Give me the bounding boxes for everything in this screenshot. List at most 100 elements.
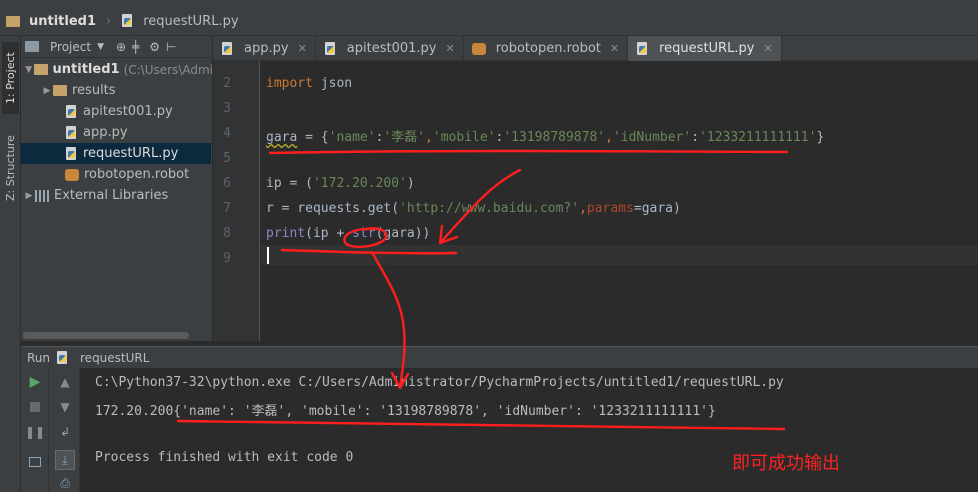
- code-editor[interactable]: import json gara = {'name': '李磊','mobile'…: [261, 61, 978, 341]
- scroll-to-end-icon[interactable]: ⤓: [55, 450, 75, 470]
- close-icon[interactable]: ✕: [763, 42, 772, 55]
- tab-label: requestURL.py: [659, 41, 755, 56]
- stop-icon[interactable]: [27, 399, 43, 415]
- breadcrumb-project[interactable]: untitled1: [29, 14, 96, 29]
- folder-icon: [53, 85, 67, 96]
- code-text: =gara): [633, 201, 681, 216]
- project-panel-header: Project ▼ ⊕ ╪ ⚙ ⊢: [21, 36, 212, 58]
- code-text: = {: [297, 130, 329, 145]
- string-literal: '李磊': [383, 130, 426, 145]
- horizontal-scrollbar[interactable]: [23, 332, 189, 339]
- keyword-argument: params: [586, 201, 634, 216]
- run-panel-title: Run: [27, 350, 51, 365]
- collapsed-arrow-icon[interactable]: ▶: [41, 86, 53, 96]
- string-literal: 'name': [328, 130, 376, 145]
- collapsed-arrow-icon[interactable]: ▶: [23, 191, 35, 201]
- tree-item-label: External Libraries: [54, 188, 169, 203]
- tree-item-label: app.py: [83, 125, 128, 140]
- tree-item-app[interactable]: app.py: [65, 122, 212, 143]
- keyword-import: import: [266, 76, 313, 91]
- editor-tabs: app.py ✕ apitest001.py ✕ robotopen.robot…: [213, 36, 978, 61]
- tab-label: app.py: [244, 41, 289, 56]
- tree-root-name: untitled1: [52, 62, 120, 77]
- tree-item-label: requestURL.py: [83, 146, 179, 161]
- tree-item-apitest001[interactable]: apitest001.py: [65, 101, 212, 122]
- builtin-str: str: [352, 226, 376, 241]
- text-caret: [267, 247, 269, 264]
- close-icon[interactable]: ✕: [610, 42, 619, 55]
- print-icon[interactable]: ⎙: [57, 475, 73, 491]
- line-number: 2: [223, 76, 231, 91]
- tree-root[interactable]: ▼ untitled1 (C:\Users\Admi: [23, 59, 213, 80]
- string-literal: '13198789878': [503, 130, 606, 145]
- line-number: 4: [223, 126, 231, 141]
- breadcrumb-file[interactable]: requestURL.py: [143, 14, 238, 29]
- code-text: json: [312, 76, 353, 91]
- line-number: 7: [223, 201, 231, 216]
- python-file-icon: [65, 146, 78, 161]
- python-file-icon: [324, 41, 337, 56]
- run-console[interactable]: C:\Python37-32\python.exe C:/Users/Admin…: [81, 368, 978, 492]
- run-toolbar-primary: ▶ ❚❚: [21, 368, 49, 492]
- tree-item-robotopen[interactable]: robotopen.robot: [65, 164, 212, 185]
- dropdown-arrow-icon[interactable]: ▼: [97, 42, 104, 52]
- code-text: ): [406, 176, 415, 191]
- run-panel-header: Run requestURL: [21, 346, 978, 368]
- line-number: 6: [223, 176, 231, 191]
- project-panel: Project ▼ ⊕ ╪ ⚙ ⊢ ▼ untitled1 (C:\Users\…: [21, 36, 213, 341]
- soft-wrap-icon[interactable]: ↲: [57, 424, 73, 440]
- python-file-icon: [65, 125, 78, 140]
- tab-apitest001-py[interactable]: apitest001.py ✕: [316, 36, 464, 61]
- tree-root-path: (C:\Users\Admi: [123, 62, 213, 77]
- tab-structure-label: Z: Structure: [4, 135, 17, 201]
- breadcrumb: untitled1 › requestURL.py: [6, 14, 239, 29]
- project-view-icon: [25, 41, 39, 52]
- tab-project-label: 1: Project: [4, 52, 17, 104]
- code-text: (ip +: [305, 226, 353, 241]
- tab-structure-tool[interactable]: Z: Structure: [2, 128, 19, 208]
- code-text: :: [691, 130, 700, 145]
- tab-app-py[interactable]: app.py ✕: [213, 36, 316, 61]
- code-line-4: gara = {'name':'李磊','mobile':'1319878987…: [266, 126, 824, 145]
- tree-item-requesturl[interactable]: requestURL.py: [21, 143, 211, 164]
- folder-icon: [34, 64, 48, 75]
- close-icon[interactable]: ✕: [445, 42, 454, 55]
- hide-icon[interactable]: ⊢: [166, 40, 176, 54]
- run-icon[interactable]: ▶: [27, 374, 43, 390]
- code-text: r = requests.get(: [266, 201, 400, 216]
- python-file-icon: [221, 41, 234, 56]
- string-literal: 'mobile': [432, 130, 496, 145]
- annotation-label: 即可成功输出: [732, 453, 840, 474]
- gear-icon[interactable]: ⚙: [149, 40, 160, 54]
- arrow-up-icon[interactable]: ▲: [57, 374, 73, 390]
- arrow-down-icon[interactable]: ▼: [57, 399, 73, 415]
- string-literal: '1233211111111': [699, 130, 817, 145]
- expanded-arrow-icon[interactable]: ▼: [23, 65, 34, 75]
- tree-item-label: robotopen.robot: [84, 167, 190, 182]
- pause-icon[interactable]: ❚❚: [25, 424, 45, 440]
- tree-item-results[interactable]: ▶ results: [41, 80, 212, 101]
- code-line-8: print(ip + str(gara)): [266, 226, 430, 241]
- tab-project-tool[interactable]: 1: Project: [2, 42, 19, 114]
- project-panel-title[interactable]: Project: [50, 40, 91, 54]
- python-file-icon: [56, 350, 69, 365]
- run-config-name[interactable]: requestURL: [80, 351, 149, 365]
- python-file-icon: [121, 14, 134, 28]
- navigation-bar: untitled1 › requestURL.py: [0, 7, 978, 36]
- variable-gara: gara: [266, 130, 298, 145]
- robot-file-icon: [65, 168, 79, 181]
- code-text: ,: [425, 130, 433, 145]
- code-line-6: ip = ('172.20.200'): [266, 176, 415, 191]
- left-tool-strip: 1: Project Z: Structure: [0, 36, 21, 492]
- tab-robotopen-robot[interactable]: robotopen.robot ✕: [464, 36, 629, 61]
- layout-icon[interactable]: [27, 454, 43, 470]
- collapse-icon[interactable]: ╪: [132, 40, 139, 54]
- line-number-gutter: 2 3 4 5 6 7 8 9: [213, 61, 260, 341]
- tab-requesturl-py[interactable]: requestURL.py ✕: [628, 36, 782, 61]
- line-number: 8: [223, 226, 231, 241]
- tree-item-external-libraries[interactable]: ▶ External Libraries: [23, 185, 212, 206]
- console-exit-line: Process finished with exit code 0: [95, 450, 354, 465]
- code-line-7: r = requests.get('http://www.baidu.com?'…: [266, 201, 681, 216]
- close-icon[interactable]: ✕: [298, 42, 307, 55]
- target-icon[interactable]: ⊕: [116, 40, 126, 54]
